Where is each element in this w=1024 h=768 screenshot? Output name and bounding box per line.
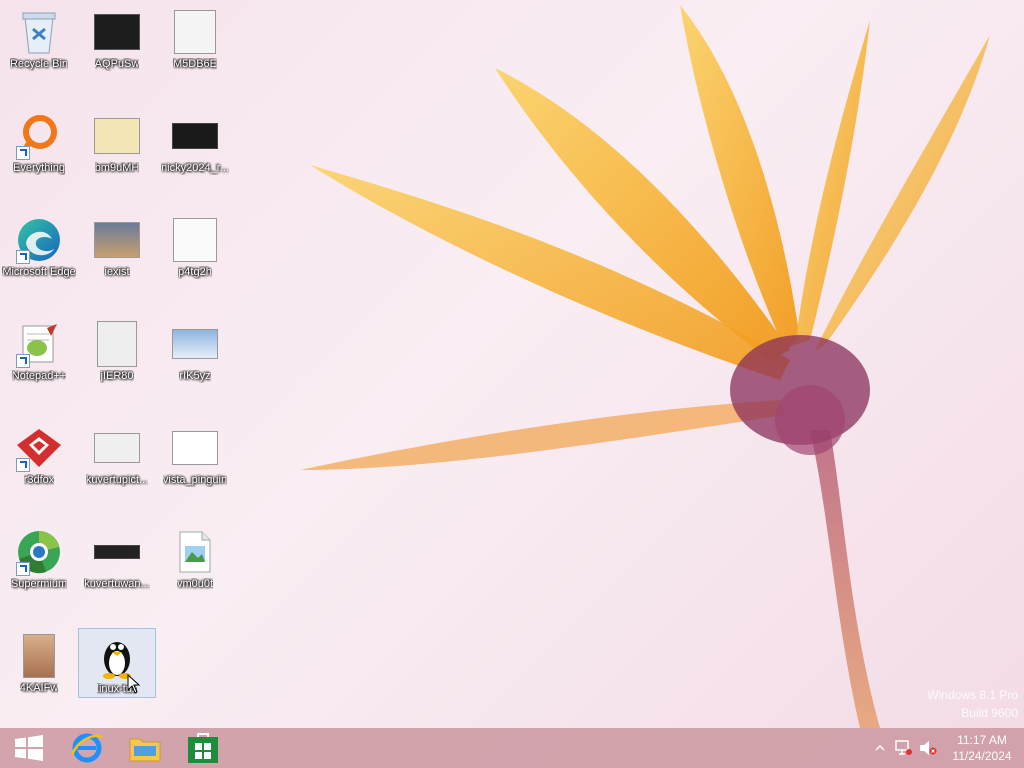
image-file-icon: [170, 528, 220, 576]
image-thumbnail: [92, 216, 142, 264]
icon-label: vm0u0t: [176, 578, 214, 590]
image-thumbnail: [170, 8, 220, 56]
shortcut-arrow-icon: [16, 562, 30, 576]
image-thumbnail: [170, 424, 220, 472]
shortcut-arrow-icon: [16, 250, 30, 264]
image-thumbnail: [92, 112, 142, 160]
clock[interactable]: 11:17 AM 11/24/2024: [940, 732, 1024, 764]
icon-label: Everything: [13, 162, 65, 174]
file-kuvertuwan[interactable]: kuvertuwan...: [78, 524, 156, 594]
show-hidden-icons-chevron-icon[interactable]: [871, 739, 889, 757]
icon-label: p4tg2h: [178, 266, 212, 278]
folder-icon: [129, 738, 161, 762]
icon-label: nicky2024_r...: [161, 162, 229, 174]
windows-watermark: Windows 8.1 Pro Build 9600: [927, 686, 1018, 722]
icon-label: Supermium: [10, 578, 68, 590]
icon-label: Recycle Bin: [9, 58, 69, 70]
supermium-icon: [14, 528, 64, 576]
notepad-plus-plus-shortcut[interactable]: Notepad++: [0, 316, 78, 386]
shortcut-arrow-icon: [16, 458, 30, 472]
file-kuvertupict[interactable]: kuvertupict...: [78, 420, 156, 490]
edge-shortcut[interactable]: Microsoft Edge: [0, 212, 78, 296]
desktop: Recycle Bin Everything Microsoft Edge No…: [0, 0, 1024, 728]
clock-date: 11/24/2024: [952, 749, 1012, 763]
mouse-cursor-icon: [127, 674, 141, 694]
image-thumbnail: [92, 320, 142, 368]
recycle-bin-shortcut[interactable]: Recycle Bin: [0, 4, 78, 74]
r3dfox-icon: [14, 424, 64, 472]
icon-label: iexist: [104, 266, 130, 278]
icon-label: 4KAIFw: [19, 682, 59, 694]
shortcut-arrow-icon: [16, 146, 30, 160]
file-jIER80[interactable]: jIER80: [78, 316, 156, 386]
image-thumbnail: [14, 632, 64, 680]
file-vm0u0t[interactable]: vm0u0t: [156, 524, 234, 594]
image-thumbnail: [92, 8, 142, 56]
windows-store-taskbar-button[interactable]: [174, 728, 232, 768]
file-p4tg2h[interactable]: p4tg2h: [156, 212, 234, 282]
icon-label: kuvertupict...: [85, 474, 149, 486]
r3dfox-shortcut[interactable]: r3dfox: [0, 420, 78, 490]
file-explorer-taskbar-button[interactable]: [116, 728, 174, 768]
edge-icon: [14, 216, 64, 264]
file-vista-pinguin[interactable]: vista_pinguin: [156, 420, 234, 490]
store-icon: [188, 733, 218, 763]
icon-label: AQPuSw: [94, 58, 140, 70]
file-rIK5yz[interactable]: rIK5yz: [156, 316, 234, 386]
internet-explorer-icon: [70, 733, 103, 763]
file-AQPuSw[interactable]: AQPuSw: [78, 4, 156, 74]
file-nicky2024[interactable]: nicky2024_r...: [156, 108, 234, 178]
icon-label: vista_pinguin: [162, 474, 228, 486]
icon-label: jIER80: [100, 370, 134, 382]
file-M5DB6E[interactable]: M5DB6E: [156, 4, 234, 74]
watermark-build: Build 9600: [961, 706, 1018, 720]
recycle-bin-icon: [14, 8, 64, 56]
icon-label: bm9uMH: [94, 162, 140, 174]
watermark-edition: Windows 8.1 Pro: [927, 688, 1018, 702]
everything-search-icon: [14, 112, 64, 160]
file-bm9uMH[interactable]: bm9uMH: [78, 108, 156, 178]
image-thumbnail: [170, 112, 220, 160]
icon-label: Notepad++: [11, 370, 67, 382]
image-thumbnail: [170, 320, 220, 368]
shortcut-arrow-icon: [16, 354, 30, 368]
network-icon[interactable]: [895, 739, 913, 757]
icon-label: kuvertuwan...: [84, 578, 150, 590]
icon-label: Microsoft Edge: [2, 266, 76, 278]
supermium-shortcut[interactable]: Supermium: [0, 524, 78, 594]
windows-logo-icon: [15, 735, 43, 761]
taskbar: 11:17 AM 11/24/2024: [0, 728, 1024, 768]
file-linux-tux[interactable]: linux-tux: [78, 628, 156, 698]
everything-shortcut[interactable]: Everything: [0, 108, 78, 178]
start-button[interactable]: [0, 728, 58, 768]
notepad-plus-plus-icon: [14, 320, 64, 368]
image-thumbnail: [92, 424, 142, 472]
icon-label: r3dfox: [23, 474, 55, 486]
icon-label: M5DB6E: [172, 58, 218, 70]
image-thumbnail: [170, 216, 220, 264]
internet-explorer-taskbar-button[interactable]: [58, 728, 116, 768]
file-iexist[interactable]: iexist: [78, 212, 156, 282]
volume-muted-icon[interactable]: [919, 739, 937, 757]
image-thumbnail: [92, 528, 142, 576]
system-tray: 11:17 AM 11/24/2024: [868, 728, 1024, 768]
file-4KAIFw[interactable]: 4KAIFw: [0, 628, 78, 698]
icon-label: rIK5yz: [179, 370, 211, 382]
clock-time: 11:17 AM: [957, 733, 1007, 747]
